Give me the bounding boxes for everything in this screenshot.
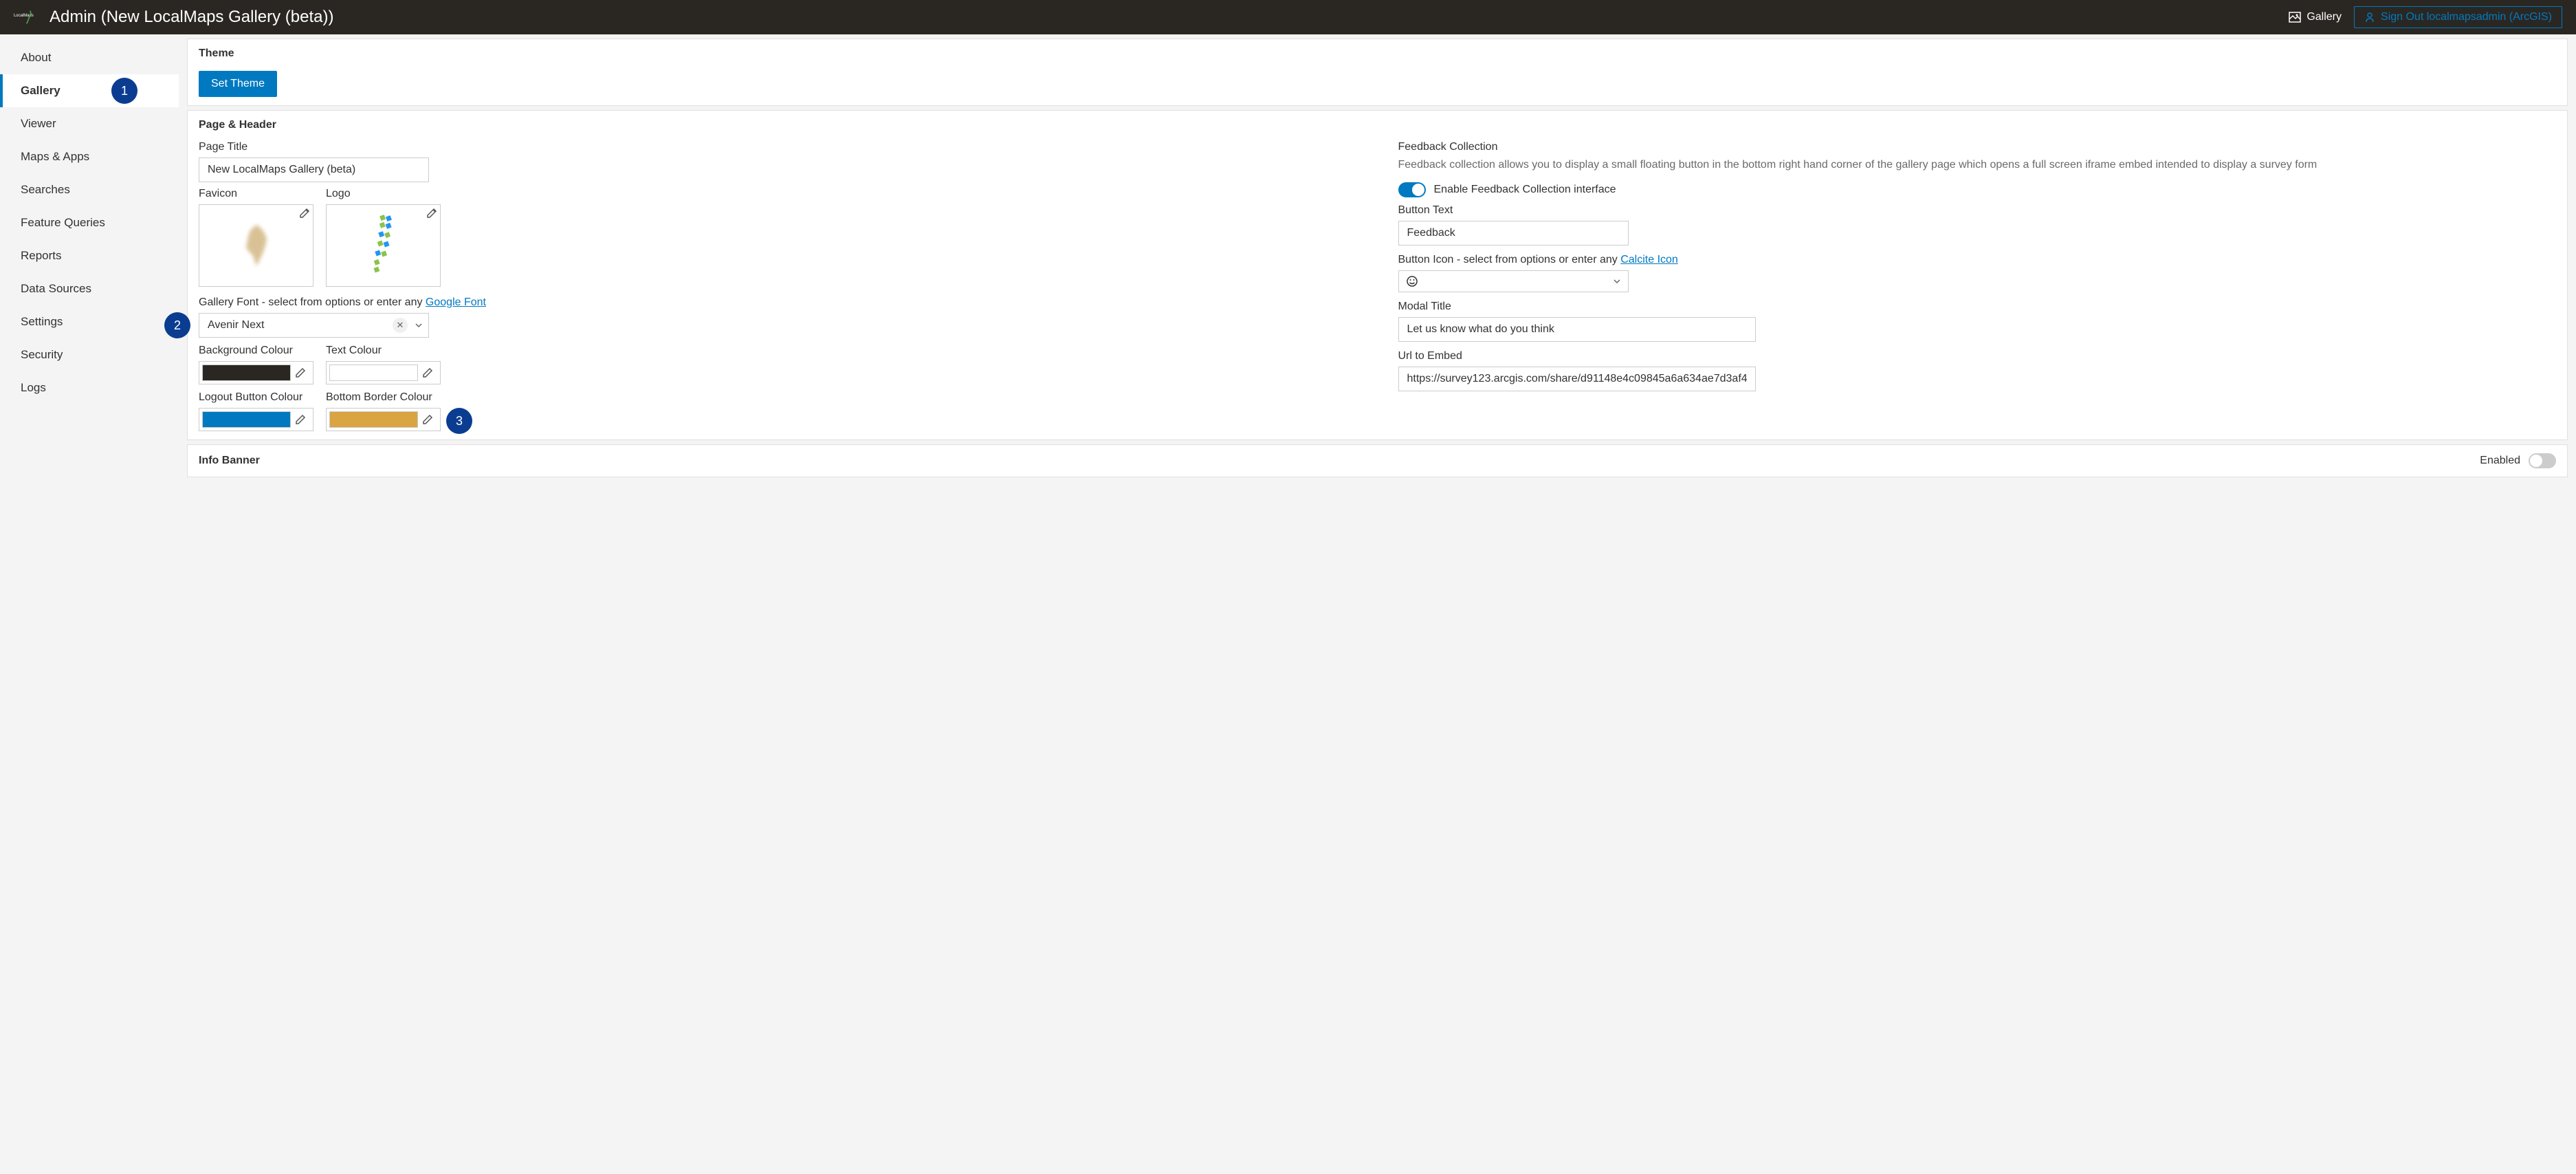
border-colour-label: Bottom Border Colour [326, 391, 441, 404]
sidebar-item-data-sources[interactable]: Data Sources [0, 272, 179, 305]
border-colour-swatch [329, 411, 418, 428]
sidebar-item-settings[interactable]: Settings [0, 305, 179, 338]
logo-image [353, 211, 415, 280]
page-title-label: Page Title [199, 141, 1357, 153]
set-theme-button[interactable]: Set Theme [199, 71, 277, 97]
page-header-left-column: Page Title Favicon [199, 137, 1357, 431]
section-info-banner: Info Banner Enabled [187, 444, 2568, 477]
button-text-label: Button Text [1398, 204, 2557, 217]
button-icon-select[interactable] [1398, 270, 1629, 292]
feedback-heading: Feedback Collection [1398, 141, 2557, 153]
feedback-column: Feedback Collection Feedback collection … [1398, 137, 2557, 431]
border-colour-picker[interactable] [326, 408, 441, 431]
section-page-header: Page & Header Page Title Favicon [187, 110, 2568, 440]
feedback-description: Feedback collection allows you to displa… [1398, 157, 2557, 173]
brand-logo: LocalMaps [14, 8, 37, 27]
favicon-edit-button[interactable] [299, 208, 310, 219]
info-banner-heading: Info Banner [199, 455, 260, 467]
page-title: Admin (New LocalMaps Gallery (beta)) [49, 8, 333, 27]
gallery-font-label: Gallery Font - select from options or en… [199, 296, 1357, 309]
chevron-down-icon[interactable] [1613, 277, 1621, 285]
logout-colour-swatch [202, 411, 291, 428]
page-title-input[interactable] [199, 157, 429, 182]
enable-feedback-label: Enable Feedback Collection interface [1434, 184, 1616, 196]
enable-feedback-toggle[interactable] [1398, 182, 1426, 197]
favicon-label: Favicon [199, 188, 313, 200]
clear-icon[interactable]: ✕ [393, 318, 408, 333]
pencil-icon[interactable] [418, 414, 437, 425]
calcite-icon-link[interactable]: Calcite Icon [1620, 254, 1678, 265]
button-icon-label-text: Button Icon - select from options or ent… [1398, 254, 1621, 265]
logo-preview [326, 204, 441, 287]
theme-heading: Theme [199, 47, 2556, 60]
pencil-icon[interactable] [291, 367, 310, 378]
logo-label: Logo [326, 188, 441, 200]
url-embed-label: Url to Embed [1398, 350, 2557, 362]
modal-title-label: Modal Title [1398, 301, 2557, 313]
gallery-font-value: Avenir Next [205, 319, 393, 331]
modal-title-input[interactable] [1398, 317, 1756, 342]
logo-edit-button[interactable] [426, 208, 437, 219]
image-icon [2289, 11, 2301, 23]
pencil-icon[interactable] [291, 414, 310, 425]
gallery-link[interactable]: Gallery [2276, 11, 2354, 23]
sidebar-item-label: Gallery [21, 84, 60, 97]
info-banner-enabled-label: Enabled [2480, 455, 2520, 467]
sidebar-item-maps-apps[interactable]: Maps & Apps [0, 140, 179, 173]
sidebar-item-reports[interactable]: Reports [0, 239, 179, 272]
button-icon-label: Button Icon - select from options or ent… [1398, 254, 2557, 266]
button-text-input[interactable] [1398, 221, 1629, 246]
text-colour-swatch [329, 365, 418, 381]
sidebar-item-security[interactable]: Security [0, 338, 179, 371]
sidebar-item-searches[interactable]: Searches [0, 173, 179, 206]
favicon-preview [199, 204, 313, 287]
url-embed-input[interactable] [1398, 367, 1756, 391]
main-content: Theme Set Theme Page & Header Page Title… [179, 34, 2576, 486]
pencil-icon[interactable] [418, 367, 437, 378]
section-theme: Theme Set Theme [187, 39, 2568, 106]
annotation-badge-2: 2 [164, 312, 190, 338]
app-header: LocalMaps Admin (New LocalMaps Gallery (… [0, 0, 2576, 34]
sidebar-nav: About Gallery 1 Viewer Maps & Apps Searc… [0, 34, 179, 486]
info-banner-toggle[interactable] [2529, 453, 2556, 468]
chevron-down-icon[interactable] [415, 321, 423, 329]
logout-colour-label: Logout Button Colour [199, 391, 313, 404]
logout-colour-picker[interactable] [199, 408, 313, 431]
smiley-icon [1406, 275, 1418, 287]
gallery-font-label-text: Gallery Font - select from options or en… [199, 296, 426, 308]
favicon-image [225, 215, 287, 276]
text-colour-label: Text Colour [326, 345, 441, 357]
sidebar-item-about[interactable]: About [0, 41, 179, 74]
sidebar-item-logs[interactable]: Logs [0, 371, 179, 404]
annotation-badge-3: 3 [446, 408, 472, 434]
sidebar-item-viewer[interactable]: Viewer [0, 107, 179, 140]
text-colour-picker[interactable] [326, 361, 441, 384]
bg-colour-picker[interactable] [199, 361, 313, 384]
page-header-heading: Page & Header [199, 119, 2556, 131]
bg-colour-label: Background Colour [199, 345, 313, 357]
gallery-font-combobox[interactable]: Avenir Next ✕ [199, 313, 429, 338]
signout-button[interactable]: Sign Out localmapsadmin (ArcGIS) [2354, 6, 2562, 28]
bg-colour-swatch [202, 365, 291, 381]
google-font-link[interactable]: Google Font [426, 296, 486, 308]
annotation-badge-1: 1 [111, 78, 137, 104]
sidebar-item-gallery[interactable]: Gallery 1 [0, 74, 179, 107]
signout-label: Sign Out localmapsadmin (ArcGIS) [2381, 11, 2552, 23]
user-icon [2364, 12, 2375, 23]
sidebar-item-feature-queries[interactable]: Feature Queries [0, 206, 179, 239]
gallery-link-label: Gallery [2307, 11, 2342, 23]
